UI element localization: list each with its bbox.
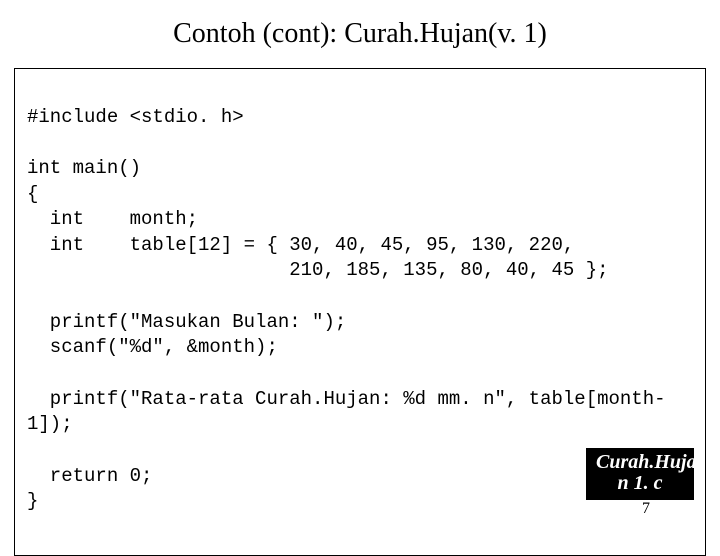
code-line: int main() (27, 157, 141, 179)
code-line: printf("Rata-rata Curah.Hujan: %d mm. n"… (27, 388, 666, 410)
page-number: 7 (642, 500, 650, 518)
code-line: printf("Masukan Bulan: "); (27, 311, 346, 333)
slide: Contoh (cont): Curah.Hujan(v. 1) #includ… (0, 0, 720, 540)
code-line: int month; (27, 208, 198, 230)
filename-label-line1: Curah.Huja (596, 452, 684, 473)
code-line: } (27, 490, 38, 512)
filename-label-line2: n 1. c (596, 473, 684, 494)
code-line: scanf("%d", &month); (27, 336, 278, 358)
code-line: 210, 185, 135, 80, 40, 45 }; (27, 259, 609, 281)
code-line: #include <stdio. h> (27, 106, 244, 128)
slide-title: Contoh (cont): Curah.Hujan(v. 1) (0, 0, 720, 62)
code-line: 1]); (27, 413, 73, 435)
code-line: return 0; (27, 465, 152, 487)
code-line: { (27, 183, 38, 205)
filename-label: Curah.Huja n 1. c (586, 448, 694, 500)
code-line: int table[12] = { 30, 40, 45, 95, 130, 2… (27, 234, 574, 256)
